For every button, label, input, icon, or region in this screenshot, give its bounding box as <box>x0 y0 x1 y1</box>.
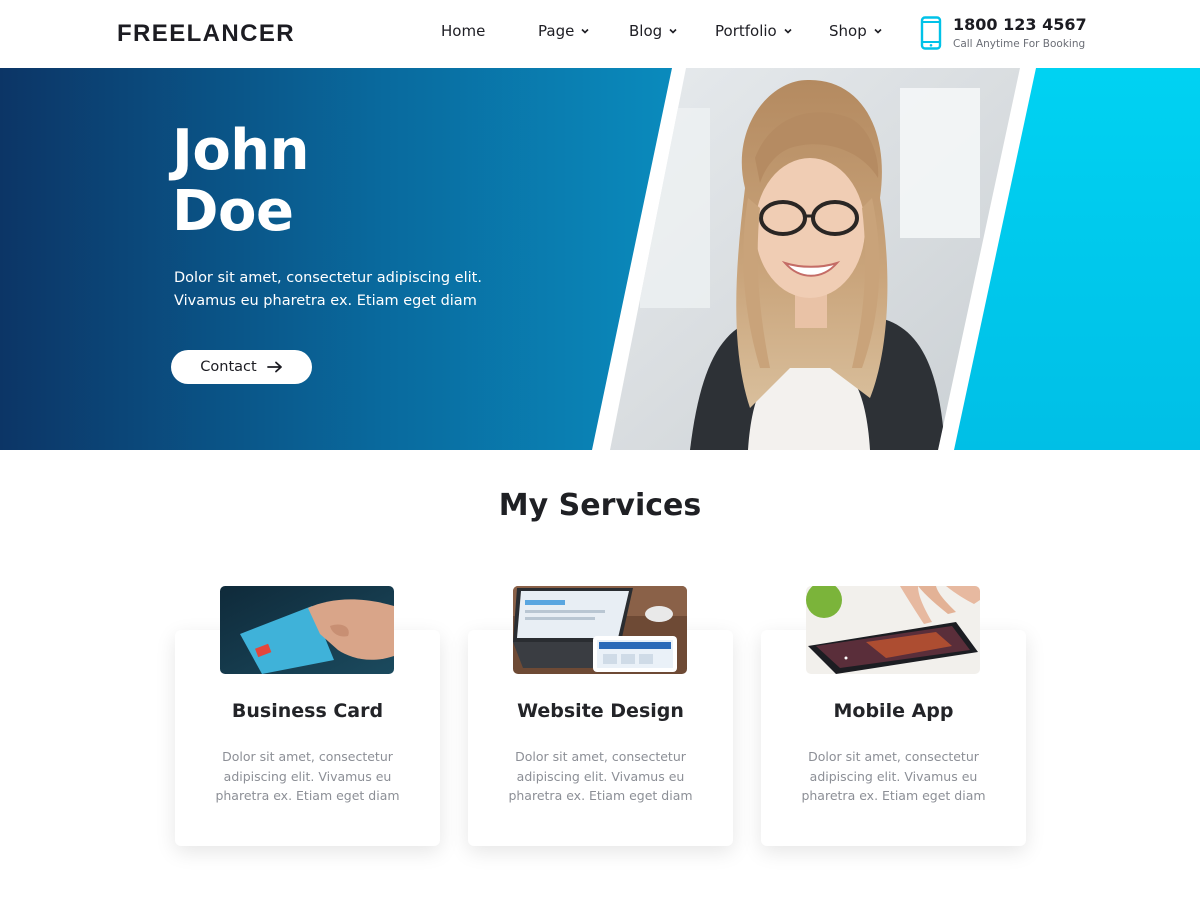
services-title: My Services <box>498 488 702 523</box>
chevron-down-icon <box>874 28 882 34</box>
service-card-title: Mobile App <box>833 700 954 722</box>
nav-item-home[interactable]: Home <box>441 22 485 40</box>
service-card-text: Dolor sit amet, consectetur adipiscing e… <box>801 749 986 803</box>
service-card-title: Website Design <box>517 700 684 722</box>
website-design-image <box>513 586 687 674</box>
chevron-down-icon <box>581 28 589 34</box>
nav-item-label: Page <box>538 22 575 40</box>
chevron-down-icon <box>669 28 677 34</box>
nav-item-label: Shop <box>829 22 867 40</box>
service-card-text: Dolor sit amet, consectetur adipiscing e… <box>508 749 693 803</box>
smartphone-icon <box>920 16 942 50</box>
nav-item-blog[interactable]: Blog <box>629 22 678 40</box>
service-card-text: Dolor sit amet, consectetur adipiscing e… <box>215 749 400 803</box>
nav-item-label: Blog <box>629 22 663 40</box>
business-card-image <box>220 586 394 674</box>
contact-button[interactable]: Contact <box>171 350 312 384</box>
hero-title-line2: Doe <box>172 179 294 244</box>
nav-item-label: Home <box>441 22 486 40</box>
hero-title-line1: John <box>172 118 310 183</box>
chevron-down-icon <box>784 28 792 34</box>
mobile-app-image <box>806 586 980 674</box>
nav-item-page[interactable]: Page <box>538 22 590 40</box>
nav-item-portfolio[interactable]: Portfolio <box>715 22 793 40</box>
nav-item-label: Portfolio <box>715 22 777 40</box>
phone-caption: Call Anytime For Booking <box>953 38 1086 50</box>
service-card-title: Business Card <box>231 700 384 722</box>
arrow-right-icon <box>266 361 282 373</box>
phone-number[interactable]: 1800 123 4567 <box>953 15 1087 34</box>
site-logo[interactable]: FREELANCER <box>117 20 295 48</box>
site-header: FREELANCER Home Page Blog Portfolio Shop… <box>0 0 1200 68</box>
hero-description: Dolor sit amet, consectetur adipiscing e… <box>174 270 482 309</box>
contact-button-label: Contact <box>200 359 257 375</box>
nav-item-shop[interactable]: Shop <box>829 22 883 40</box>
hero-section: John Doe Dolor sit amet, consectetur adi… <box>0 68 1200 450</box>
hero-title: John Doe <box>172 118 310 244</box>
